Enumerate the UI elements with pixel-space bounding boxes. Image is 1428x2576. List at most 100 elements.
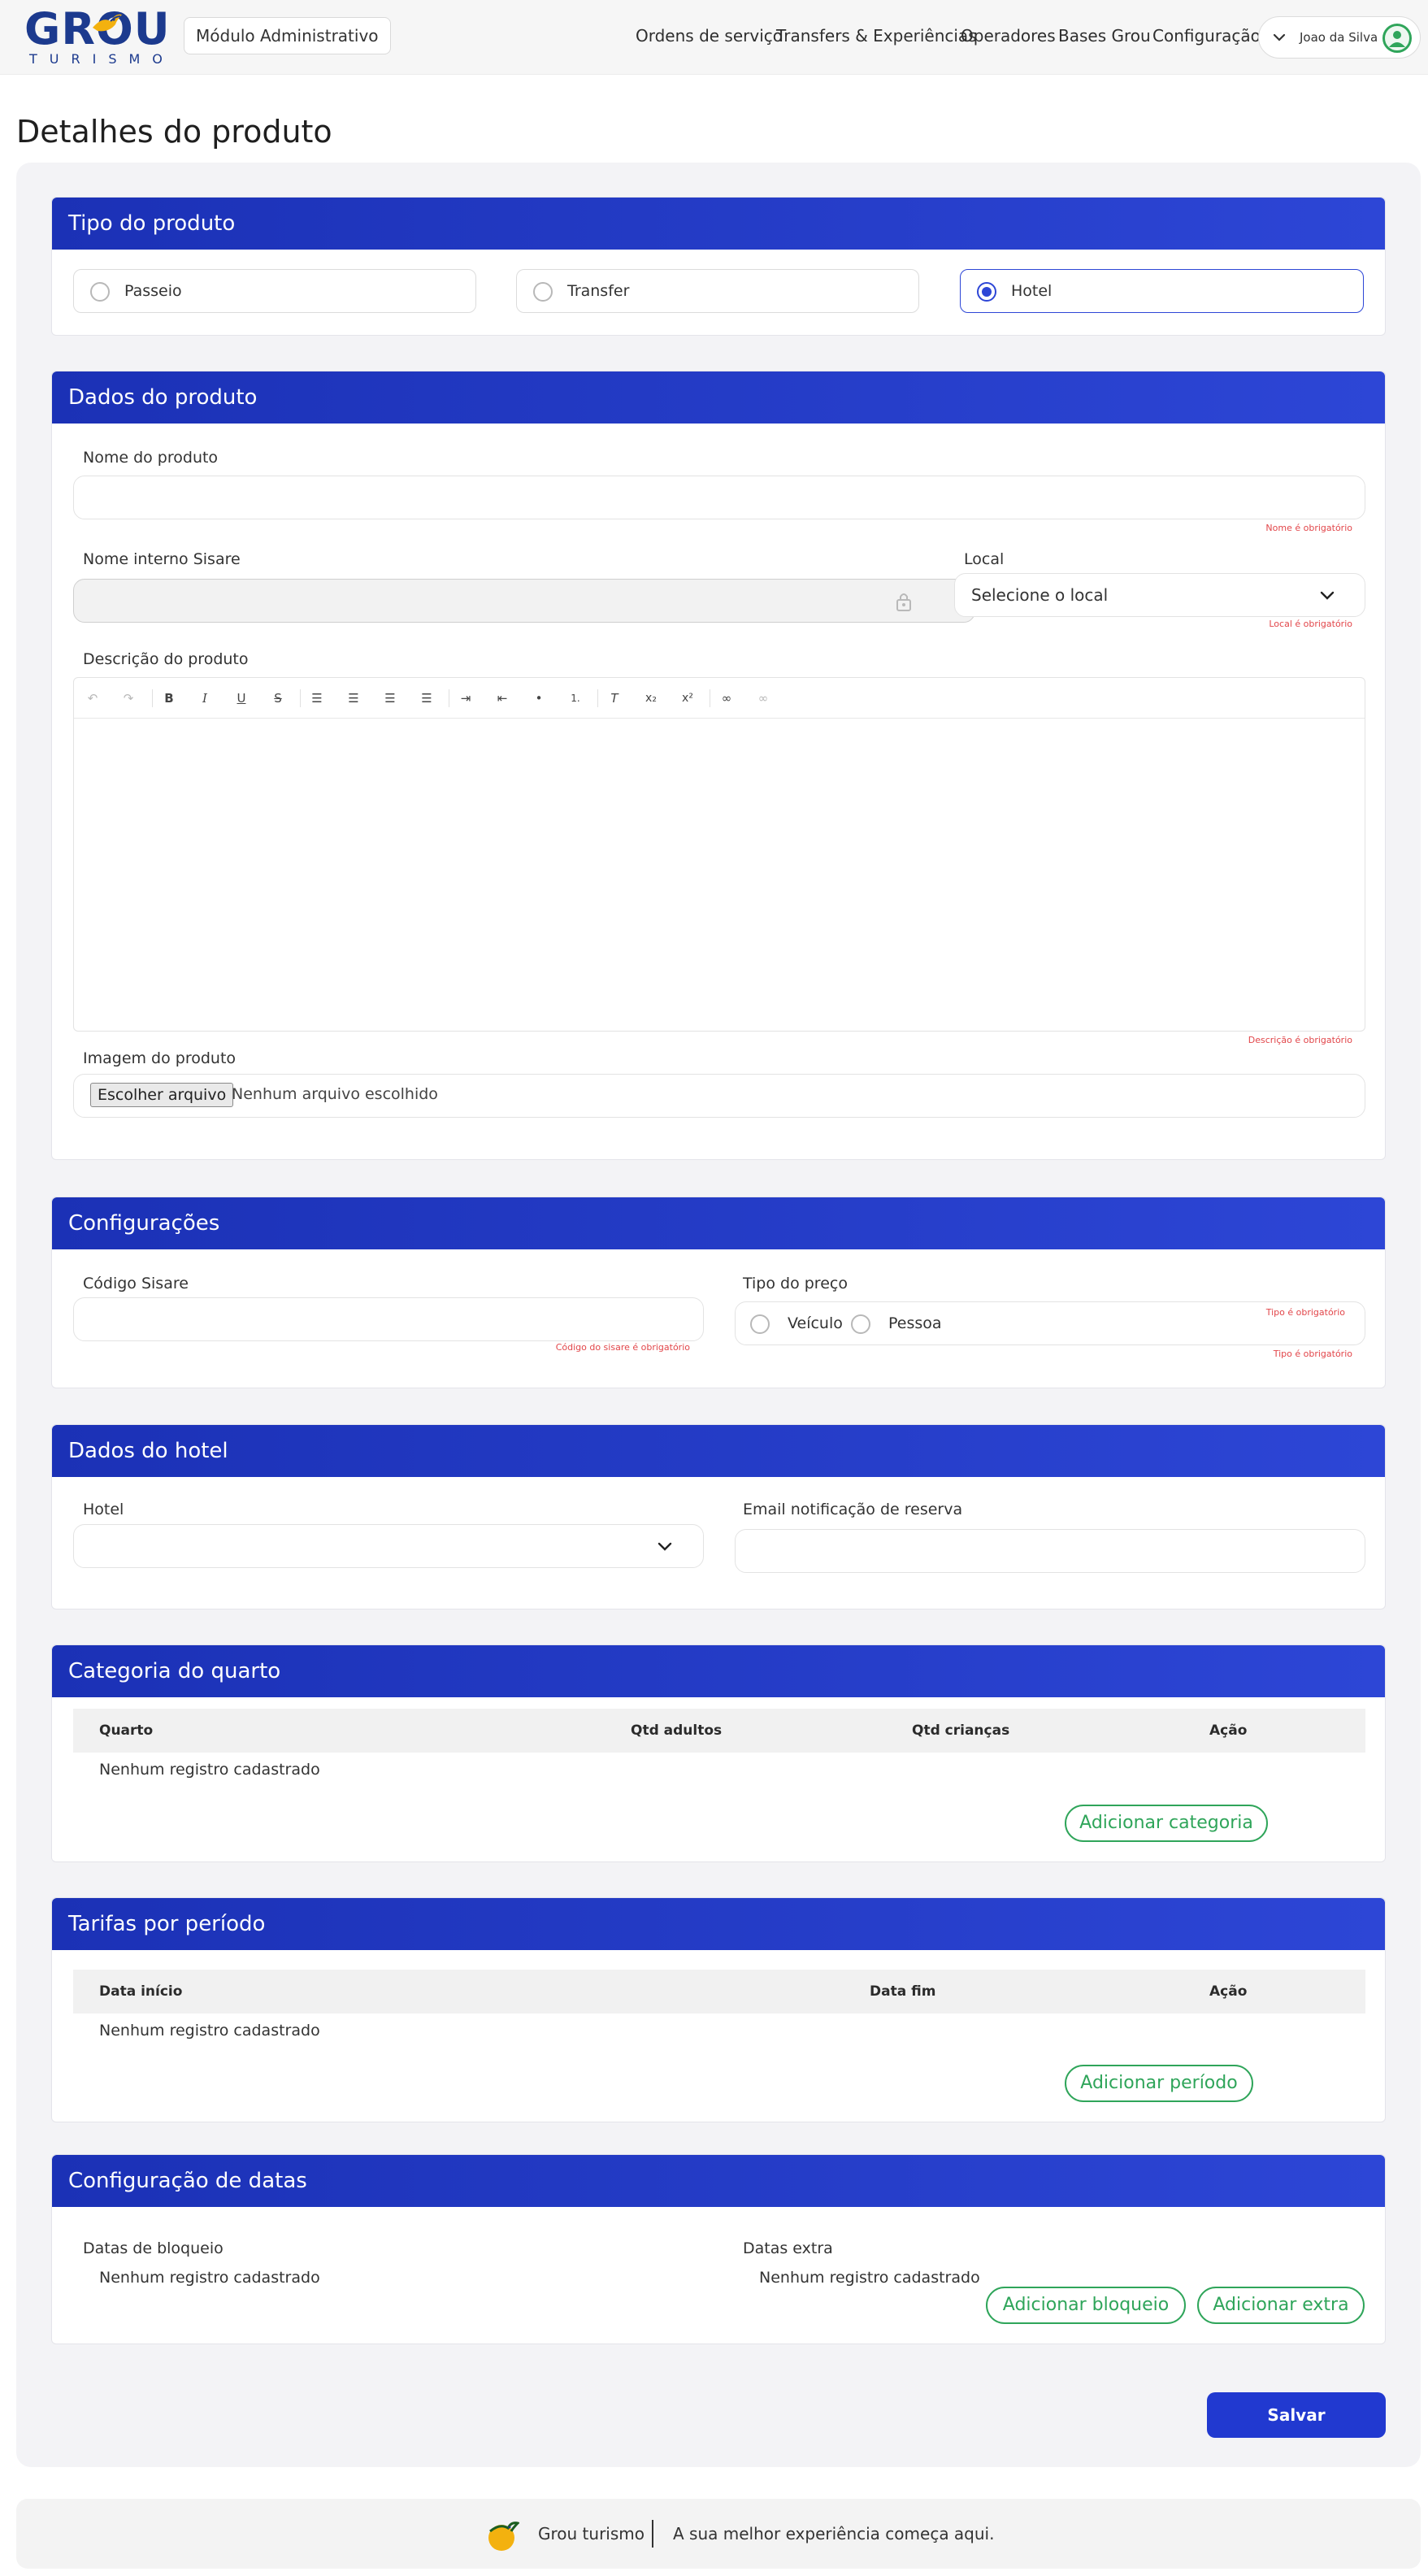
radio-pessoa[interactable] xyxy=(851,1314,870,1334)
save-button[interactable]: Salvar xyxy=(1207,2392,1386,2438)
clear-format-icon[interactable]: T xyxy=(605,689,623,707)
codigo-error: Código do sisare é obrigatório xyxy=(555,1342,690,1353)
top-navbar: GROU TURISMO Módulo Administrativo Orden… xyxy=(0,0,1428,75)
grou-logo[interactable]: GROU TURISMO xyxy=(24,7,170,68)
card-configuracao-datas: Configuração de datas Datas de bloqueio … xyxy=(51,2154,1386,2344)
hotel-select[interactable] xyxy=(73,1524,704,1568)
email-notificacao-label: Email notificação de reserva xyxy=(743,1501,963,1518)
undo-icon[interactable]: ↶ xyxy=(84,689,102,707)
column-header: Qtd crianças xyxy=(912,1722,1010,1739)
superscript-icon[interactable]: x² xyxy=(679,689,697,707)
strikethrough-icon[interactable]: S xyxy=(269,689,287,707)
bold-icon[interactable]: B xyxy=(160,689,178,707)
unlink-icon[interactable]: ∞ xyxy=(754,689,772,707)
bullet-list-icon[interactable]: • xyxy=(530,689,548,707)
hotel-label: Hotel xyxy=(83,1501,124,1518)
user-name: Joao da Silva xyxy=(1300,30,1378,45)
add-extra-button[interactable]: Adicionar extra xyxy=(1197,2287,1365,2324)
redo-icon[interactable]: ↷ xyxy=(119,689,137,707)
radio-label: Hotel xyxy=(1011,282,1053,300)
module-badge[interactable]: Módulo Administrativo xyxy=(184,17,391,54)
choose-file-button[interactable]: Escolher arquivo xyxy=(90,1083,234,1107)
imagem-label: Imagem do produto xyxy=(83,1049,237,1067)
italic-icon[interactable]: I xyxy=(196,689,214,707)
grou-bird-logo-icon xyxy=(488,2522,519,2551)
card-title: Tarifas por período xyxy=(52,1898,1385,1950)
table-header: Quarto Qtd adultos Qtd crianças Ação xyxy=(73,1709,1365,1753)
user-menu[interactable]: Joao da Silva xyxy=(1258,16,1421,59)
align-right-icon[interactable]: ☰ xyxy=(381,689,399,707)
tipo-preco-label: Tipo do preço xyxy=(743,1275,848,1292)
chevron-down-icon xyxy=(658,1542,672,1551)
card-title: Categoria do quarto xyxy=(52,1645,1385,1697)
footer-divider xyxy=(652,2520,653,2548)
card-dados-hotel: Dados do hotel Hotel Email notificação d… xyxy=(51,1424,1386,1609)
numbered-list-icon[interactable]: 1. xyxy=(566,689,584,707)
card-title: Configurações xyxy=(52,1197,1385,1249)
tipo-error-inline: Tipo é obrigatório xyxy=(1265,1307,1345,1318)
radio-option-hotel[interactable]: Hotel xyxy=(960,269,1364,313)
nav-transfers-experiencias[interactable]: Transfers & Experiências xyxy=(776,26,977,46)
subscript-icon[interactable]: x₂ xyxy=(642,689,660,707)
nav-ordens-servico[interactable]: Ordens de serviço xyxy=(636,26,783,46)
column-header: Ação xyxy=(1209,1722,1248,1739)
local-select-value: Selecione o local xyxy=(971,585,1109,605)
imagem-file-input[interactable]: Escolher arquivo Nenhum arquivo escolhid… xyxy=(73,1074,1365,1118)
nome-produto-input[interactable] xyxy=(73,476,1365,519)
nome-interno-input xyxy=(73,579,975,623)
footer: Grou turismo A sua melhor experiência co… xyxy=(16,2499,1421,2569)
local-error: Local é obrigatório xyxy=(1269,619,1352,629)
nome-produto-label: Nome do produto xyxy=(83,449,219,467)
logo-subtitle: TURISMO xyxy=(29,51,175,67)
align-justify-icon[interactable]: ☰ xyxy=(418,689,436,707)
card-title: Dados do produto xyxy=(52,371,1385,424)
link-icon[interactable]: ∞ xyxy=(718,689,736,707)
user-icon xyxy=(1389,31,1405,47)
nav-bases-grou[interactable]: Bases Grou xyxy=(1058,26,1151,46)
footer-tagline: A sua melhor experiência começa aqui. xyxy=(673,2524,995,2543)
column-header: Ação xyxy=(1209,1983,1248,2000)
card-tarifas-periodo: Tarifas por período Data início Data fim… xyxy=(51,1897,1386,2122)
underline-icon[interactable]: U xyxy=(232,689,250,707)
card-dados-produto: Dados do produto Nome do produto Nome é … xyxy=(51,371,1386,1160)
card-title: Dados do hotel xyxy=(52,1425,1385,1477)
descricao-error: Descrição é obrigatório xyxy=(1248,1035,1352,1045)
datas-bloqueio-label: Datas de bloqueio xyxy=(83,2239,224,2257)
editor-toolbar: ↶ ↷ B I U S ☰ ☰ ☰ ☰ ⇥ ⇤ • 1. T x₂ x² ∞ ∞ xyxy=(74,678,1365,719)
avatar xyxy=(1382,24,1412,53)
nome-error: Nome é obrigatório xyxy=(1265,523,1352,533)
empty-table-message: Nenhum registro cadastrado xyxy=(99,1761,320,1779)
card-title: Tipo do produto xyxy=(52,198,1385,250)
indent-icon[interactable]: ⇥ xyxy=(457,689,475,707)
descricao-editor[interactable]: ↶ ↷ B I U S ☰ ☰ ☰ ☰ ⇥ ⇤ • 1. T x₂ x² ∞ ∞ xyxy=(73,677,1365,1032)
codigo-sisare-label: Código Sisare xyxy=(83,1275,189,1292)
radio-button[interactable] xyxy=(533,282,553,302)
radio-button[interactable] xyxy=(90,282,110,302)
radio-button-selected[interactable] xyxy=(977,282,996,302)
column-header: Quarto xyxy=(99,1722,154,1739)
radio-veiculo[interactable] xyxy=(750,1314,770,1334)
column-header: Data fim xyxy=(870,1983,936,2000)
email-notificacao-input[interactable] xyxy=(735,1529,1365,1573)
radio-label: Veículo xyxy=(788,1314,843,1332)
radio-option-passeio[interactable]: Passeio xyxy=(73,269,476,313)
column-header: Qtd adultos xyxy=(631,1722,723,1739)
file-status: Nenhum arquivo escolhido xyxy=(232,1085,438,1103)
empty-table-message: Nenhum registro cadastrado xyxy=(99,2022,320,2040)
table-header: Data início Data fim Ação xyxy=(73,1970,1365,2013)
codigo-sisare-input[interactable] xyxy=(73,1297,704,1341)
add-category-button[interactable]: Adicionar categoria xyxy=(1065,1805,1268,1842)
lock-icon xyxy=(896,593,911,611)
local-label: Local xyxy=(964,550,1005,568)
radio-option-transfer[interactable]: Transfer xyxy=(516,269,919,313)
nav-operadores[interactable]: Operadores xyxy=(961,26,1056,46)
nav-configuracao[interactable]: Configuração xyxy=(1152,26,1261,46)
card-title: Configuração de datas xyxy=(52,2155,1385,2207)
align-center-icon[interactable]: ☰ xyxy=(345,689,362,707)
local-select[interactable]: Selecione o local xyxy=(954,573,1365,617)
tipo-error: Tipo é obrigatório xyxy=(1273,1349,1352,1359)
add-period-button[interactable]: Adicionar período xyxy=(1065,2065,1253,2102)
align-left-icon[interactable]: ☰ xyxy=(308,689,326,707)
outdent-icon[interactable]: ⇤ xyxy=(493,689,511,707)
add-bloqueio-button[interactable]: Adicionar bloqueio xyxy=(986,2287,1186,2324)
